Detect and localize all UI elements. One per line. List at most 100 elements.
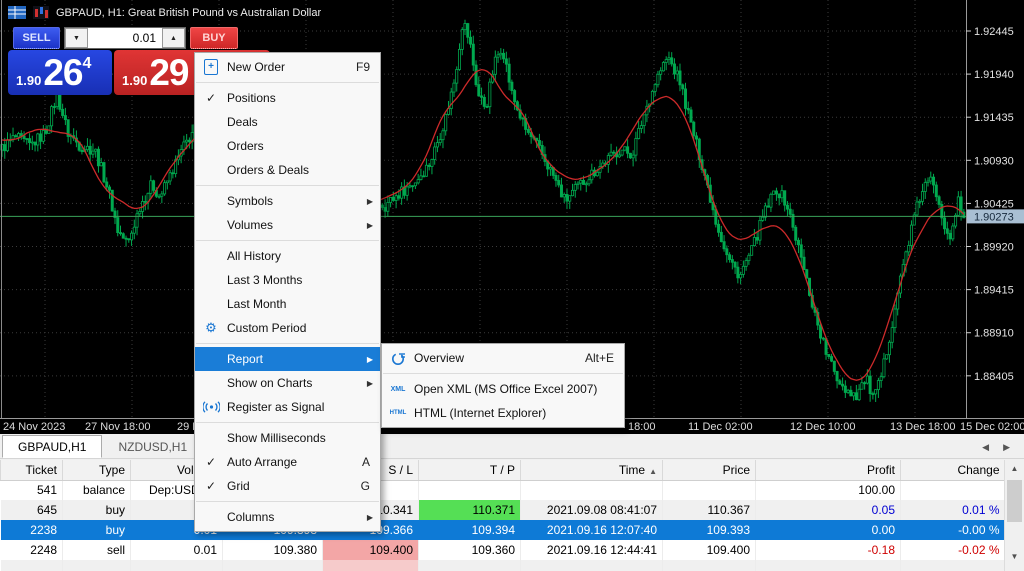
- tab-nzdusd-h1[interactable]: NZDUSD,H1: [102, 435, 203, 458]
- history-row-541[interactable]: 541balanceDep:USD-00100.00: [1, 480, 1005, 500]
- volume-input[interactable]: [88, 28, 162, 48]
- checkmark-icon: ✓: [195, 479, 227, 493]
- price-tick-label: 1.91940: [974, 69, 1014, 81]
- menu-item-volumes[interactable]: Volumes▶: [195, 213, 380, 237]
- menu-item-label: Orders: [227, 139, 380, 153]
- icon-slot: [382, 351, 414, 366]
- sell-quote-panel[interactable]: 1.90 26 4: [8, 50, 112, 95]
- table-cell: 0.01 %: [901, 500, 1005, 520]
- table-cell: -0.02 %: [901, 540, 1005, 560]
- tab-gbpaud-h1[interactable]: GBPAUD,H1: [2, 435, 102, 458]
- menu-item-new-order[interactable]: +New OrderF9: [195, 55, 380, 79]
- menu-item-label: Symbols: [227, 194, 380, 208]
- column-header-profit[interactable]: Profit: [756, 460, 901, 480]
- column-header-type[interactable]: Type: [63, 460, 131, 480]
- scroll-down-icon[interactable]: ▼: [1005, 548, 1024, 564]
- menu-item-symbols[interactable]: Symbols▶: [195, 189, 380, 213]
- menu-item-show-on-charts[interactable]: Show on Charts▶: [195, 371, 380, 395]
- time-tick-label: 12 Dec 10:00: [790, 421, 855, 433]
- volume-increase-icon[interactable]: ▲: [162, 28, 185, 48]
- table-cell: [521, 560, 663, 571]
- menu-item-label: Custom Period: [227, 321, 380, 335]
- price-tick-label: 1.92445: [974, 26, 1014, 38]
- scroll-up-icon[interactable]: ▲: [1005, 460, 1024, 476]
- menu-item-columns[interactable]: Columns▶: [195, 505, 380, 529]
- menu-shortcut: A: [362, 455, 370, 469]
- table-cell: [63, 560, 131, 571]
- icon-slot: XML: [382, 386, 414, 393]
- submenu-arrow-icon: ▶: [367, 355, 373, 364]
- menu-item-show-milliseconds[interactable]: Show Milliseconds: [195, 426, 380, 450]
- time-tick-label: 13 Dec 18:00: [890, 421, 955, 433]
- table-cell: 109.380: [223, 540, 323, 560]
- table-cell: [521, 480, 663, 500]
- icon-slot: ⚙: [195, 320, 227, 336]
- menu-item-register-as-signal[interactable]: Register as Signal: [195, 395, 380, 419]
- table-cell: 0.05: [756, 500, 901, 520]
- column-header-time[interactable]: Time▲: [521, 460, 663, 480]
- history-row-2238[interactable]: 2238buy0.01109.393109.366109.3942021.09.…: [1, 520, 1005, 540]
- menu-item-orders-deals[interactable]: Orders & Deals: [195, 158, 380, 182]
- chart-title: GBPAUD, H1: Great British Pound vs Austr…: [56, 7, 321, 19]
- tabs-scroll-left-icon[interactable]: ◀: [982, 442, 989, 453]
- price-tick-label: 1.88910: [974, 328, 1014, 340]
- submenu-arrow-icon: ▶: [367, 513, 373, 522]
- chart-symbol-icon[interactable]: [33, 6, 49, 19]
- chart-title-bar: GBPAUD, H1: Great British Pound vs Austr…: [0, 0, 1024, 25]
- scrollbar-thumb[interactable]: [1007, 480, 1022, 522]
- menu-separator: [196, 240, 379, 241]
- menu-item-grid[interactable]: ✓GridG: [195, 474, 380, 498]
- table-cell: sell: [63, 540, 131, 560]
- menu-item-positions[interactable]: ✓Positions: [195, 86, 380, 110]
- menu-item-label: HTML (Internet Explorer): [414, 406, 624, 420]
- price-tick-label: 1.90930: [974, 155, 1014, 167]
- html-icon: HTML: [390, 410, 407, 416]
- icon-slot: +: [195, 59, 227, 75]
- menu-item-label: Grid: [227, 479, 361, 493]
- submenu-arrow-icon: ▶: [367, 221, 373, 230]
- menu-item-label: Show Milliseconds: [227, 431, 380, 445]
- table-cell: [419, 560, 521, 571]
- context-menu: +New OrderF9 ✓PositionsDeals Orders Orders …: [194, 52, 381, 532]
- column-header-change[interactable]: Change: [901, 460, 1005, 480]
- menu-item-auto-arrange[interactable]: ✓Auto ArrangeA: [195, 450, 380, 474]
- menu-item-all-history[interactable]: All History: [195, 244, 380, 268]
- menu-item-html-internet-explorer[interactable]: HTML HTML (Internet Explorer): [382, 401, 624, 425]
- menu-item-overview[interactable]: OverviewAlt+E: [382, 346, 624, 370]
- price-tick-label: 1.89415: [974, 285, 1014, 297]
- column-header-t-p[interactable]: T / P: [419, 460, 521, 480]
- menu-item-report[interactable]: Report▶: [195, 347, 380, 371]
- volume-decrease-icon[interactable]: ▼: [65, 28, 88, 48]
- time-tick-label: 11 Dec 02:00: [688, 421, 753, 433]
- menu-item-label: Open XML (MS Office Excel 2007): [414, 382, 624, 396]
- menu-item-open-xml-ms-office-excel-2007[interactable]: XMLOpen XML (MS Office Excel 2007): [382, 377, 624, 401]
- market-depth-icon[interactable]: [8, 6, 26, 19]
- menu-item-last-month[interactable]: Last Month: [195, 292, 380, 316]
- menu-item-orders[interactable]: Orders: [195, 134, 380, 158]
- column-header-price[interactable]: Price: [663, 460, 756, 480]
- column-header-ticket[interactable]: Ticket: [1, 460, 63, 480]
- buy-price-big: 29: [149, 54, 188, 91]
- menu-item-label: Last Month: [227, 297, 380, 311]
- history-row-645[interactable]: 645buy110.341110.3712021.09.08 08:41:071…: [1, 500, 1005, 520]
- history-row-next[interactable]: [1, 560, 1005, 571]
- menu-item-label: Last 3 Months: [227, 273, 380, 287]
- menu-item-label: Report: [227, 352, 380, 366]
- sell-button[interactable]: SELL: [13, 27, 60, 49]
- new-order-icon: +: [204, 59, 218, 75]
- one-click-trade-panel: SELL ▼ ▲ BUY: [13, 27, 238, 49]
- sell-price-big: 26: [43, 54, 82, 91]
- table-scrollbar[interactable]: ▲ ▼: [1004, 460, 1024, 571]
- menu-item-custom-period[interactable]: ⚙Custom Period: [195, 316, 380, 340]
- submenu-arrow-icon: ▶: [367, 379, 373, 388]
- history-row-2248[interactable]: 2248sell0.01109.380109.400109.3602021.09…: [1, 540, 1005, 560]
- menu-item-label: All History: [227, 249, 380, 263]
- menu-item-last-3-months[interactable]: Last 3 Months: [195, 268, 380, 292]
- tabs-scroll-right-icon[interactable]: ▶: [1003, 442, 1010, 453]
- table-cell: 109.393: [663, 520, 756, 540]
- buy-button[interactable]: BUY: [190, 27, 238, 49]
- menu-item-deals[interactable]: Deals: [195, 110, 380, 134]
- table-cell: buy: [63, 520, 131, 540]
- time-tick-label: 24 Nov 2023: [3, 421, 65, 433]
- buy-price-prefix: 1.90: [122, 73, 147, 88]
